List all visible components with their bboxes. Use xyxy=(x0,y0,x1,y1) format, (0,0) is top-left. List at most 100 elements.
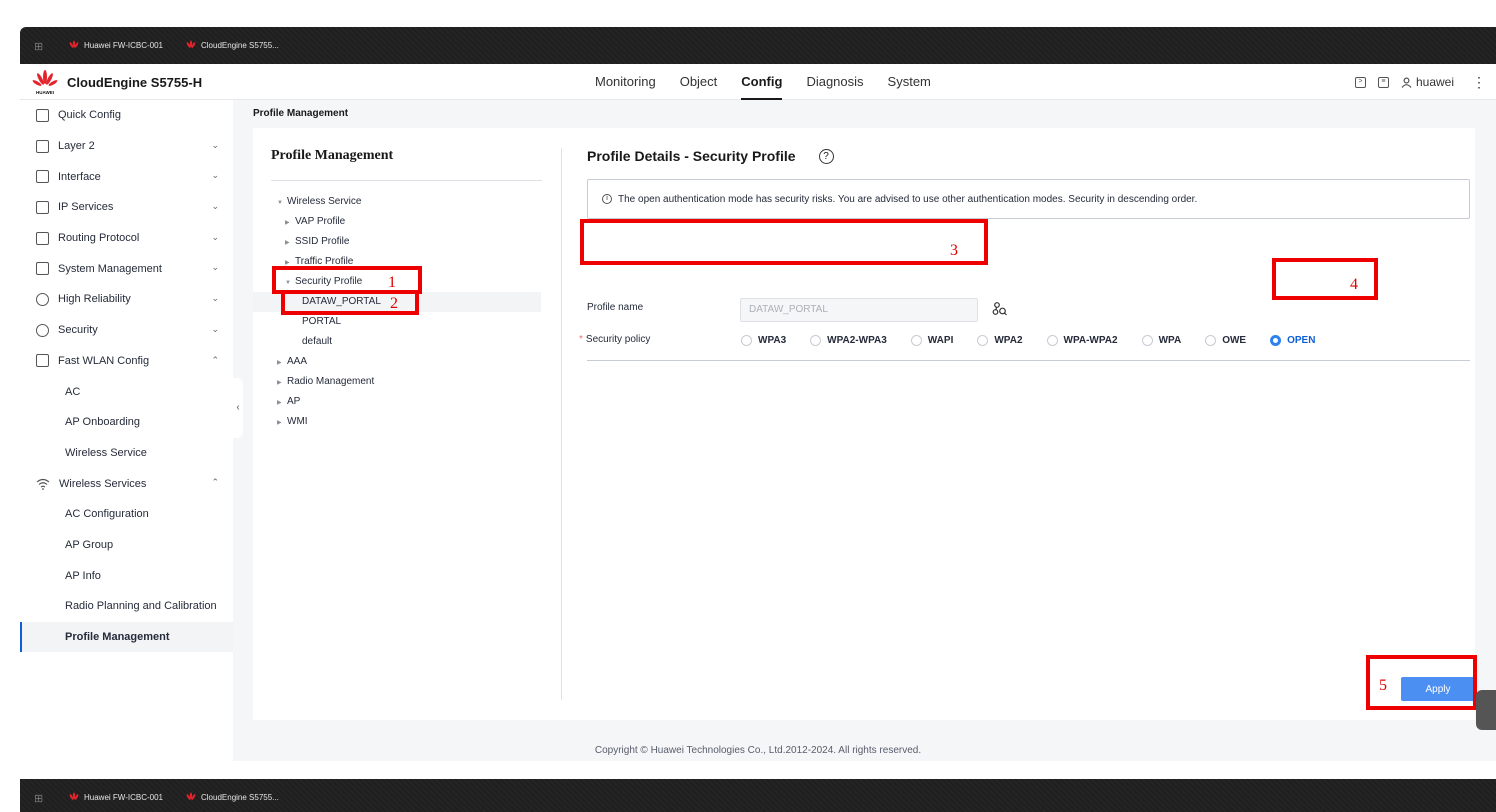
layer2-icon xyxy=(36,139,49,153)
radio-open[interactable]: OPEN xyxy=(1270,335,1315,346)
radio-wpa2[interactable]: WPA2 xyxy=(977,335,1023,346)
radio-wapi[interactable]: WAPI xyxy=(910,335,953,346)
sidebar-item-routing[interactable]: Routing Protocol ⌄ xyxy=(20,223,233,254)
browser-tab-fw[interactable]: Huawei FW-ICBC-001 xyxy=(68,40,163,50)
main-content: Profile Management ▼ Wireless Service ▶ VA… xyxy=(253,128,1475,720)
routing-icon xyxy=(36,231,49,245)
browser-tab-ce[interactable]: CloudEngine S5755... xyxy=(185,40,279,50)
nav-system[interactable]: System xyxy=(888,64,931,100)
tree-title: Profile Management xyxy=(271,148,394,163)
browser-tab-label: CloudEngine S5755... xyxy=(201,40,279,50)
app-grid-icon[interactable]: ⊞ xyxy=(34,792,43,805)
nav-config[interactable]: Config xyxy=(741,64,783,100)
tree-node-wmi[interactable]: ▶ WMI xyxy=(253,412,543,432)
huawei-logo-icon xyxy=(69,792,79,800)
floating-side-button[interactable] xyxy=(1476,690,1496,730)
radio-circle xyxy=(1205,335,1217,346)
user-menu[interactable]: huawei xyxy=(1401,75,1454,89)
sidebar-item-high-reliability[interactable]: High Reliability ⌄ xyxy=(20,284,233,315)
sidebar-item-fast-wlan[interactable]: Fast WLAN Config ⌃ xyxy=(20,346,233,377)
sidebar-item-layer2[interactable]: Layer 2 ⌄ xyxy=(20,131,233,162)
annotation-number-4: 4 xyxy=(1350,276,1358,293)
username: huawei xyxy=(1415,75,1454,89)
annotation-box-2 xyxy=(281,290,419,315)
tree-node-portal[interactable]: PORTAL xyxy=(253,312,543,332)
sidebar-item-ap-onboarding[interactable]: AP Onboarding xyxy=(20,407,233,438)
chevron-down-icon: ⌄ xyxy=(211,170,219,181)
tree-node-ssid-profile[interactable]: ▶ SSID Profile xyxy=(253,232,543,252)
security-policy-label: * Security policy xyxy=(579,334,651,345)
sidebar-item-wireless-service[interactable]: Wireless Service xyxy=(20,438,233,469)
chevron-down-icon: ⌄ xyxy=(211,293,219,304)
radio-owe[interactable]: OWE xyxy=(1205,335,1246,346)
header-tools: > ≡ huawei ⋮ xyxy=(1354,64,1486,100)
sidebar-item-quick-config[interactable]: Quick Config xyxy=(20,100,233,131)
annotation-number-3: 3 xyxy=(950,242,958,259)
tree-node-radio-management[interactable]: ▶ Radio Management xyxy=(253,372,543,392)
app-grid-icon[interactable]: ⊞ xyxy=(34,40,43,53)
sidebar-item-ip-services[interactable]: IP Services ⌄ xyxy=(20,192,233,223)
chevron-up-icon: ⌃ xyxy=(211,477,219,488)
sidebar-item-radio-planning[interactable]: Radio Planning and Calibration xyxy=(20,591,233,622)
sidebar-item-ap-group[interactable]: AP Group xyxy=(20,530,233,561)
radio-wpa2-wpa3[interactable]: WPA2-WPA3 xyxy=(810,335,887,346)
sidebar-item-wireless-services[interactable]: Wireless Services ⌃ xyxy=(20,468,233,499)
huawei-logo-icon xyxy=(186,792,196,800)
radio-wpa[interactable]: WPA xyxy=(1141,335,1181,346)
sidebar-item-profile-management[interactable]: Profile Management xyxy=(20,621,233,653)
browser-tab-fw[interactable]: Huawei FW-ICBC-001 xyxy=(68,792,163,802)
chevron-down-icon: ⌄ xyxy=(211,201,219,212)
annotation-box-4 xyxy=(1272,258,1378,300)
chevron-down-icon: ⌄ xyxy=(211,231,219,242)
sidebar-collapse-button[interactable]: ‹ xyxy=(233,378,243,438)
sidebar-item-ac[interactable]: AC xyxy=(20,376,233,407)
details-title: Profile Details - Security Profile ? xyxy=(587,148,834,164)
sidebar-item-ac-configuration[interactable]: AC Configuration xyxy=(20,499,233,530)
caret-right-icon: ▶ xyxy=(277,400,282,406)
help-icon[interactable]: ? xyxy=(818,148,834,164)
radio-circle xyxy=(1141,335,1153,346)
tree-node-vap-profile[interactable]: ▶ VAP Profile xyxy=(253,212,543,232)
security-icon xyxy=(36,323,49,337)
tree-node-default[interactable]: default xyxy=(253,332,543,352)
profile-name-label: Profile name xyxy=(587,302,644,313)
browser-tab-label: CloudEngine S5755... xyxy=(201,792,279,802)
copyright-footer: Copyright © Huawei Technologies Co., Ltd… xyxy=(594,745,922,756)
caret-right-icon: ▶ xyxy=(277,360,282,366)
browser-tab-label: Huawei FW-ICBC-001 xyxy=(84,792,163,802)
huawei-logo-icon xyxy=(69,40,79,48)
sidebar-item-ap-info[interactable]: AP Info xyxy=(20,560,233,591)
save-config-icon[interactable]: ≡ xyxy=(1377,76,1389,88)
chevron-down-icon: ⌄ xyxy=(211,323,219,334)
form-divider xyxy=(587,360,1470,361)
terminal-icon[interactable]: > xyxy=(1354,76,1366,88)
sidebar-item-system-management[interactable]: System Management ⌄ xyxy=(20,253,233,284)
tree-node-ap[interactable]: ▶ AP xyxy=(253,392,543,412)
nav-object[interactable]: Object xyxy=(680,64,718,100)
main-nav: Monitoring Object Config Diagnosis Syste… xyxy=(595,64,955,100)
reliability-icon xyxy=(36,292,49,306)
alert-text: The open authentication mode has securit… xyxy=(618,193,1198,205)
radio-circle-selected xyxy=(1270,335,1282,346)
radio-wpa-wpa2[interactable]: WPA-WPA2 xyxy=(1046,335,1118,346)
caret-down-icon: ▼ xyxy=(277,200,283,206)
browser-tab-ce[interactable]: CloudEngine S5755... xyxy=(185,792,279,802)
reference-search-icon[interactable] xyxy=(992,301,1008,317)
more-menu-icon[interactable]: ⋮ xyxy=(1472,74,1486,91)
interface-icon xyxy=(36,170,49,184)
annotation-number-5: 5 xyxy=(1379,677,1387,694)
system-management-icon xyxy=(36,262,49,276)
huawei-logo-icon xyxy=(186,40,196,48)
caret-right-icon: ▶ xyxy=(277,380,282,386)
profile-name-field[interactable]: DATAW_PORTAL xyxy=(740,298,978,322)
breadcrumb: Profile Management xyxy=(253,108,349,119)
tree-node-wireless-service[interactable]: ▼ Wireless Service xyxy=(253,192,543,212)
annotation-box-3 xyxy=(580,219,988,265)
radio-wpa3[interactable]: WPA3 xyxy=(741,335,786,346)
nav-diagnosis[interactable]: Diagnosis xyxy=(806,64,863,100)
tree-node-aaa[interactable]: ▶ AAA xyxy=(253,352,543,372)
sidebar-item-security[interactable]: Security ⌄ xyxy=(20,315,233,346)
sidebar-item-interface[interactable]: Interface ⌄ xyxy=(20,161,233,192)
radio-circle xyxy=(1046,335,1058,346)
nav-monitoring[interactable]: Monitoring xyxy=(595,64,656,100)
